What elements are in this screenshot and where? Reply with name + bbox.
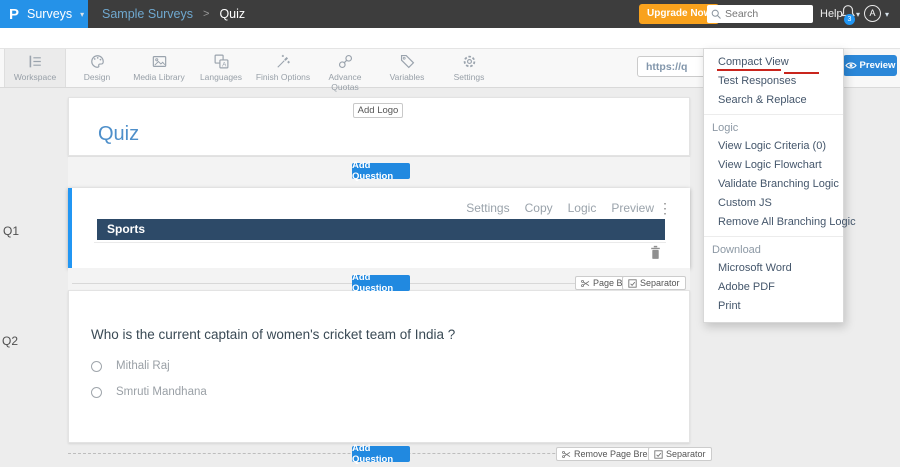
survey-title[interactable]: Quiz (98, 123, 139, 146)
separator-check-icon (654, 449, 663, 459)
scissors-icon (562, 450, 571, 459)
radio-button-icon[interactable] (91, 386, 102, 398)
palette-icon (66, 53, 128, 70)
add-question-button[interactable]: Add Question (352, 443, 410, 465)
chevron-down-icon: ▾ (80, 9, 85, 19)
menu-item-view-logic-criteria[interactable]: View Logic Criteria (0) (704, 137, 843, 156)
question-block-q1: Settings Copy Logic Preview ⋮ Sports (68, 188, 690, 268)
q1-action-bar: Settings Copy Logic Preview (466, 201, 654, 215)
survey-nav: Edit Distribute Analytics Integration To… (0, 28, 900, 88)
toolbar-item-variables[interactable]: Variables (376, 49, 438, 87)
divider (94, 242, 666, 243)
q1-section-title-bar[interactable]: Sports (97, 219, 665, 240)
menu-header-download: Download (712, 244, 761, 256)
scissors-icon (581, 279, 590, 288)
translate-icon: A (190, 53, 252, 70)
question-rail-label-q1: Q1 (3, 224, 20, 238)
notifications-button[interactable]: 3 (840, 4, 864, 26)
add-question-button[interactable]: Add Question (352, 160, 410, 182)
menu-item-view-logic-flowchart[interactable]: View Logic Flowchart (704, 156, 843, 175)
radio-button-icon[interactable] (91, 360, 102, 372)
breadcrumb: Sample Surveys > Quiz (102, 0, 245, 28)
breadcrumb-current: Quiz (219, 7, 246, 21)
preview-button[interactable]: Preview (843, 55, 897, 76)
q2-question-text[interactable]: Who is the current captain of women's cr… (91, 327, 455, 342)
chain-links-icon (314, 53, 376, 70)
top-bar: P Surveys ▾ Sample Surveys > Quiz Upgrad… (0, 0, 900, 28)
search-input[interactable] (725, 8, 805, 20)
question-rail-label-q2: Q2 (2, 334, 19, 348)
separator-button[interactable]: Separator (622, 276, 686, 290)
global-search (707, 5, 813, 23)
notification-count-badge: 3 (844, 14, 855, 25)
menu-item-custom-js[interactable]: Custom JS (704, 194, 843, 213)
menu-item-validate-branching-logic[interactable]: Validate Branching Logic (704, 175, 843, 194)
toolbar-item-advance-quotas[interactable]: Advance Quotas (314, 49, 376, 92)
menu-header-logic: Logic (712, 122, 739, 134)
product-switcher[interactable]: P Surveys ▾ (0, 0, 88, 28)
menu-divider (704, 236, 843, 237)
add-question-button[interactable]: Add Question (352, 272, 410, 294)
annotation-underline-tools (784, 72, 819, 74)
q2-option-row[interactable]: Smruti Mandhana (91, 386, 207, 398)
q1-copy-link[interactable]: Copy (525, 201, 553, 215)
q1-logic-link[interactable]: Logic (568, 201, 597, 215)
menu-item-compact-view[interactable]: Compact View (704, 53, 843, 72)
annotation-underline-compact-view (717, 69, 781, 71)
toolbar-item-settings[interactable]: Settings (438, 49, 500, 87)
tools-dropdown-menu: Compact View Test Responses Search & Rep… (703, 48, 856, 323)
chevron-down-icon[interactable]: ▾ (856, 10, 860, 19)
breadcrumb-separator-icon: > (203, 8, 210, 20)
toolbar-item-media-library[interactable]: Media Library (128, 49, 190, 87)
q1-preview-link[interactable]: Preview (611, 201, 654, 215)
kebab-menu-icon[interactable]: ⋮ (658, 200, 672, 217)
trash-icon[interactable] (649, 245, 662, 260)
q2-option-label: Smruti Mandhana (116, 386, 207, 398)
breadcrumb-parent[interactable]: Sample Surveys (102, 7, 193, 21)
toolbar-item-design[interactable]: Design (66, 49, 128, 87)
search-icon (711, 9, 722, 20)
menu-item-remove-all-branching-logic[interactable]: Remove All Branching Logic (704, 213, 856, 232)
image-icon (128, 53, 190, 70)
chevron-down-icon[interactable]: ▾ (885, 10, 889, 19)
product-label: Surveys (27, 7, 73, 21)
q2-option-row[interactable]: Mithali Raj (91, 360, 170, 372)
brand-logo-icon: P (9, 5, 20, 23)
separator-check-icon (628, 278, 637, 288)
toolbar-item-languages[interactable]: A Languages (190, 49, 252, 87)
menu-item-print[interactable]: Print (704, 297, 843, 316)
menu-item-adobe-pdf[interactable]: Adobe PDF (704, 278, 843, 297)
avatar[interactable]: A (864, 5, 881, 22)
menu-item-search-replace[interactable]: Search & Replace (704, 91, 843, 110)
tag-icon (376, 53, 438, 70)
toolbar-item-workspace[interactable]: Workspace (4, 49, 66, 87)
gear-icon (438, 53, 500, 70)
q1-settings-link[interactable]: Settings (466, 201, 509, 215)
toolbar-item-finish-options[interactable]: Finish Options (252, 49, 314, 87)
workspace-icon (5, 53, 65, 70)
svg-text:A: A (222, 61, 227, 68)
q2-option-label: Mithali Raj (116, 360, 170, 372)
menu-divider (704, 114, 843, 115)
menu-item-test-responses[interactable]: Test Responses (704, 72, 843, 91)
menu-item-microsoft-word[interactable]: Microsoft Word (704, 259, 843, 278)
remove-page-break-button[interactable]: Remove Page Break (556, 447, 664, 461)
magic-wand-icon (252, 53, 314, 70)
eye-icon (844, 61, 857, 70)
toolbar-tiles: Workspace Design Media Library A Languag… (4, 49, 500, 92)
add-logo-button[interactable]: Add Logo (353, 103, 403, 118)
separator-button[interactable]: Separator (648, 447, 712, 461)
question-block-q2: Who is the current captain of women's cr… (68, 290, 690, 443)
